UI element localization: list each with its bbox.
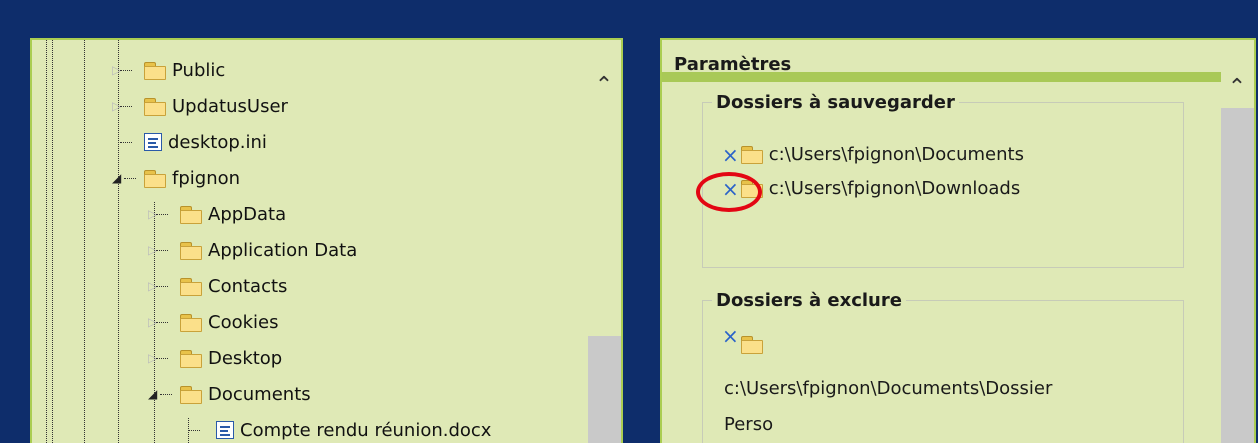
tree-connector	[124, 178, 136, 179]
tree-item-label: Application Data	[208, 239, 358, 261]
tree-connector	[156, 214, 168, 215]
tree-item-appdata[interactable]: ▷ AppData	[146, 196, 286, 232]
exclude-folder-path-line2: Perso	[724, 414, 774, 435]
tree-guide-line	[46, 40, 47, 443]
tree-item-label: Compte rendu réunion.docx	[240, 419, 492, 441]
tree-connector	[156, 286, 168, 287]
folder-icon	[180, 241, 202, 260]
tree-item-label: fpignon	[172, 167, 241, 189]
tree-item-label: AppData	[208, 203, 287, 225]
exclude-folders-group	[702, 300, 1184, 443]
collapse-arrow-icon[interactable]: ◢	[112, 170, 121, 186]
settings-title: Paramètres	[674, 54, 792, 75]
folder-tree-panel: ▷ Public ▷ UpdatusUser desktop.ini ◢ fpi…	[30, 38, 623, 443]
settings-panel: Paramètres Dossiers à sauvegarder × c:\U…	[660, 38, 1256, 443]
tree-item-label: Cookies	[208, 311, 279, 333]
tree-item-fpignon[interactable]: ◢ fpignon	[110, 160, 240, 196]
tree-item-label: Public	[172, 59, 226, 81]
backup-folder-path: c:\Users\fpignon\Downloads	[768, 178, 1021, 199]
folder-icon	[180, 205, 202, 224]
tree-scrollbar[interactable]: ⌃	[588, 40, 621, 443]
exclude-folder-row: ×	[722, 326, 769, 354]
highlight-circle	[696, 172, 762, 212]
tree-connector	[120, 70, 132, 71]
tree-item-cookies[interactable]: ▷ Cookies	[146, 304, 278, 340]
exclude-folder-path-line1: c:\Users\fpignon\Documents\Dossier	[724, 378, 1053, 399]
scroll-up-icon[interactable]: ⌃	[1225, 77, 1249, 99]
backup-folder-path: c:\Users\fpignon\Documents	[768, 144, 1024, 165]
collapse-arrow-icon[interactable]: ◢	[148, 386, 157, 402]
folder-icon	[180, 277, 202, 296]
tree-item-documents[interactable]: ◢ Documents	[146, 376, 311, 412]
folder-icon	[144, 61, 166, 80]
tree-guide-line	[52, 40, 53, 443]
ini-file-icon	[144, 133, 162, 151]
document-file-icon	[216, 421, 234, 439]
scrollbar-thumb[interactable]	[588, 336, 621, 443]
exclude-folder-path: c:\Users\fpignon\Documents\Dossier	[724, 378, 1052, 399]
tree-guide-line	[84, 40, 85, 443]
tree-connector	[156, 358, 168, 359]
folder-icon	[180, 385, 202, 404]
folder-icon	[180, 349, 202, 368]
settings-scrollbar[interactable]: ⌃	[1221, 40, 1254, 443]
tree-item-label: Documents	[208, 383, 311, 405]
tree-connector	[156, 322, 168, 323]
settings-header: Paramètres	[662, 40, 1254, 82]
tree-item-updatususer[interactable]: ▷ UpdatusUser	[110, 88, 288, 124]
tree-item-public[interactable]: ▷ Public	[110, 52, 225, 88]
folder-icon	[740, 336, 763, 354]
tree-item-label: UpdatusUser	[172, 95, 288, 117]
folder-icon	[144, 169, 166, 188]
tree-connector	[120, 142, 132, 143]
tree-connector	[156, 250, 168, 251]
tree-item-label: Desktop	[208, 347, 283, 369]
backup-folder-row: × c:\Users\fpignon\Documents	[722, 144, 1024, 165]
folder-icon	[144, 97, 166, 116]
exclude-folders-legend: Dossiers à exclure	[712, 290, 906, 311]
tree-item-desktop-ini[interactable]: desktop.ini	[110, 124, 267, 160]
tree-item-desktop[interactable]: ▷ Desktop	[146, 340, 282, 376]
tree-connector	[188, 430, 200, 431]
tree-item-compte-rendu[interactable]: Compte rendu réunion.docx	[182, 412, 491, 443]
backup-folder-row: × c:\Users\fpignon\Downloads	[722, 178, 1020, 199]
scrollbar-thumb[interactable]	[1221, 108, 1254, 443]
folder-icon	[740, 146, 763, 164]
tree-connector	[120, 106, 132, 107]
remove-icon[interactable]: ×	[722, 145, 739, 165]
exclude-folder-path-cont: Perso	[724, 414, 773, 435]
backup-folders-legend: Dossiers à sauvegarder	[712, 92, 959, 113]
folder-icon	[180, 313, 202, 332]
tree-item-application-data[interactable]: ▷ Application Data	[146, 232, 357, 268]
scroll-up-icon[interactable]: ⌃	[592, 75, 616, 97]
tree-item-label: desktop.ini	[168, 131, 267, 153]
tree-item-label: Contacts	[208, 275, 288, 297]
tree-connector	[160, 394, 172, 395]
remove-icon[interactable]: ×	[722, 326, 739, 346]
tree-item-contacts[interactable]: ▷ Contacts	[146, 268, 287, 304]
